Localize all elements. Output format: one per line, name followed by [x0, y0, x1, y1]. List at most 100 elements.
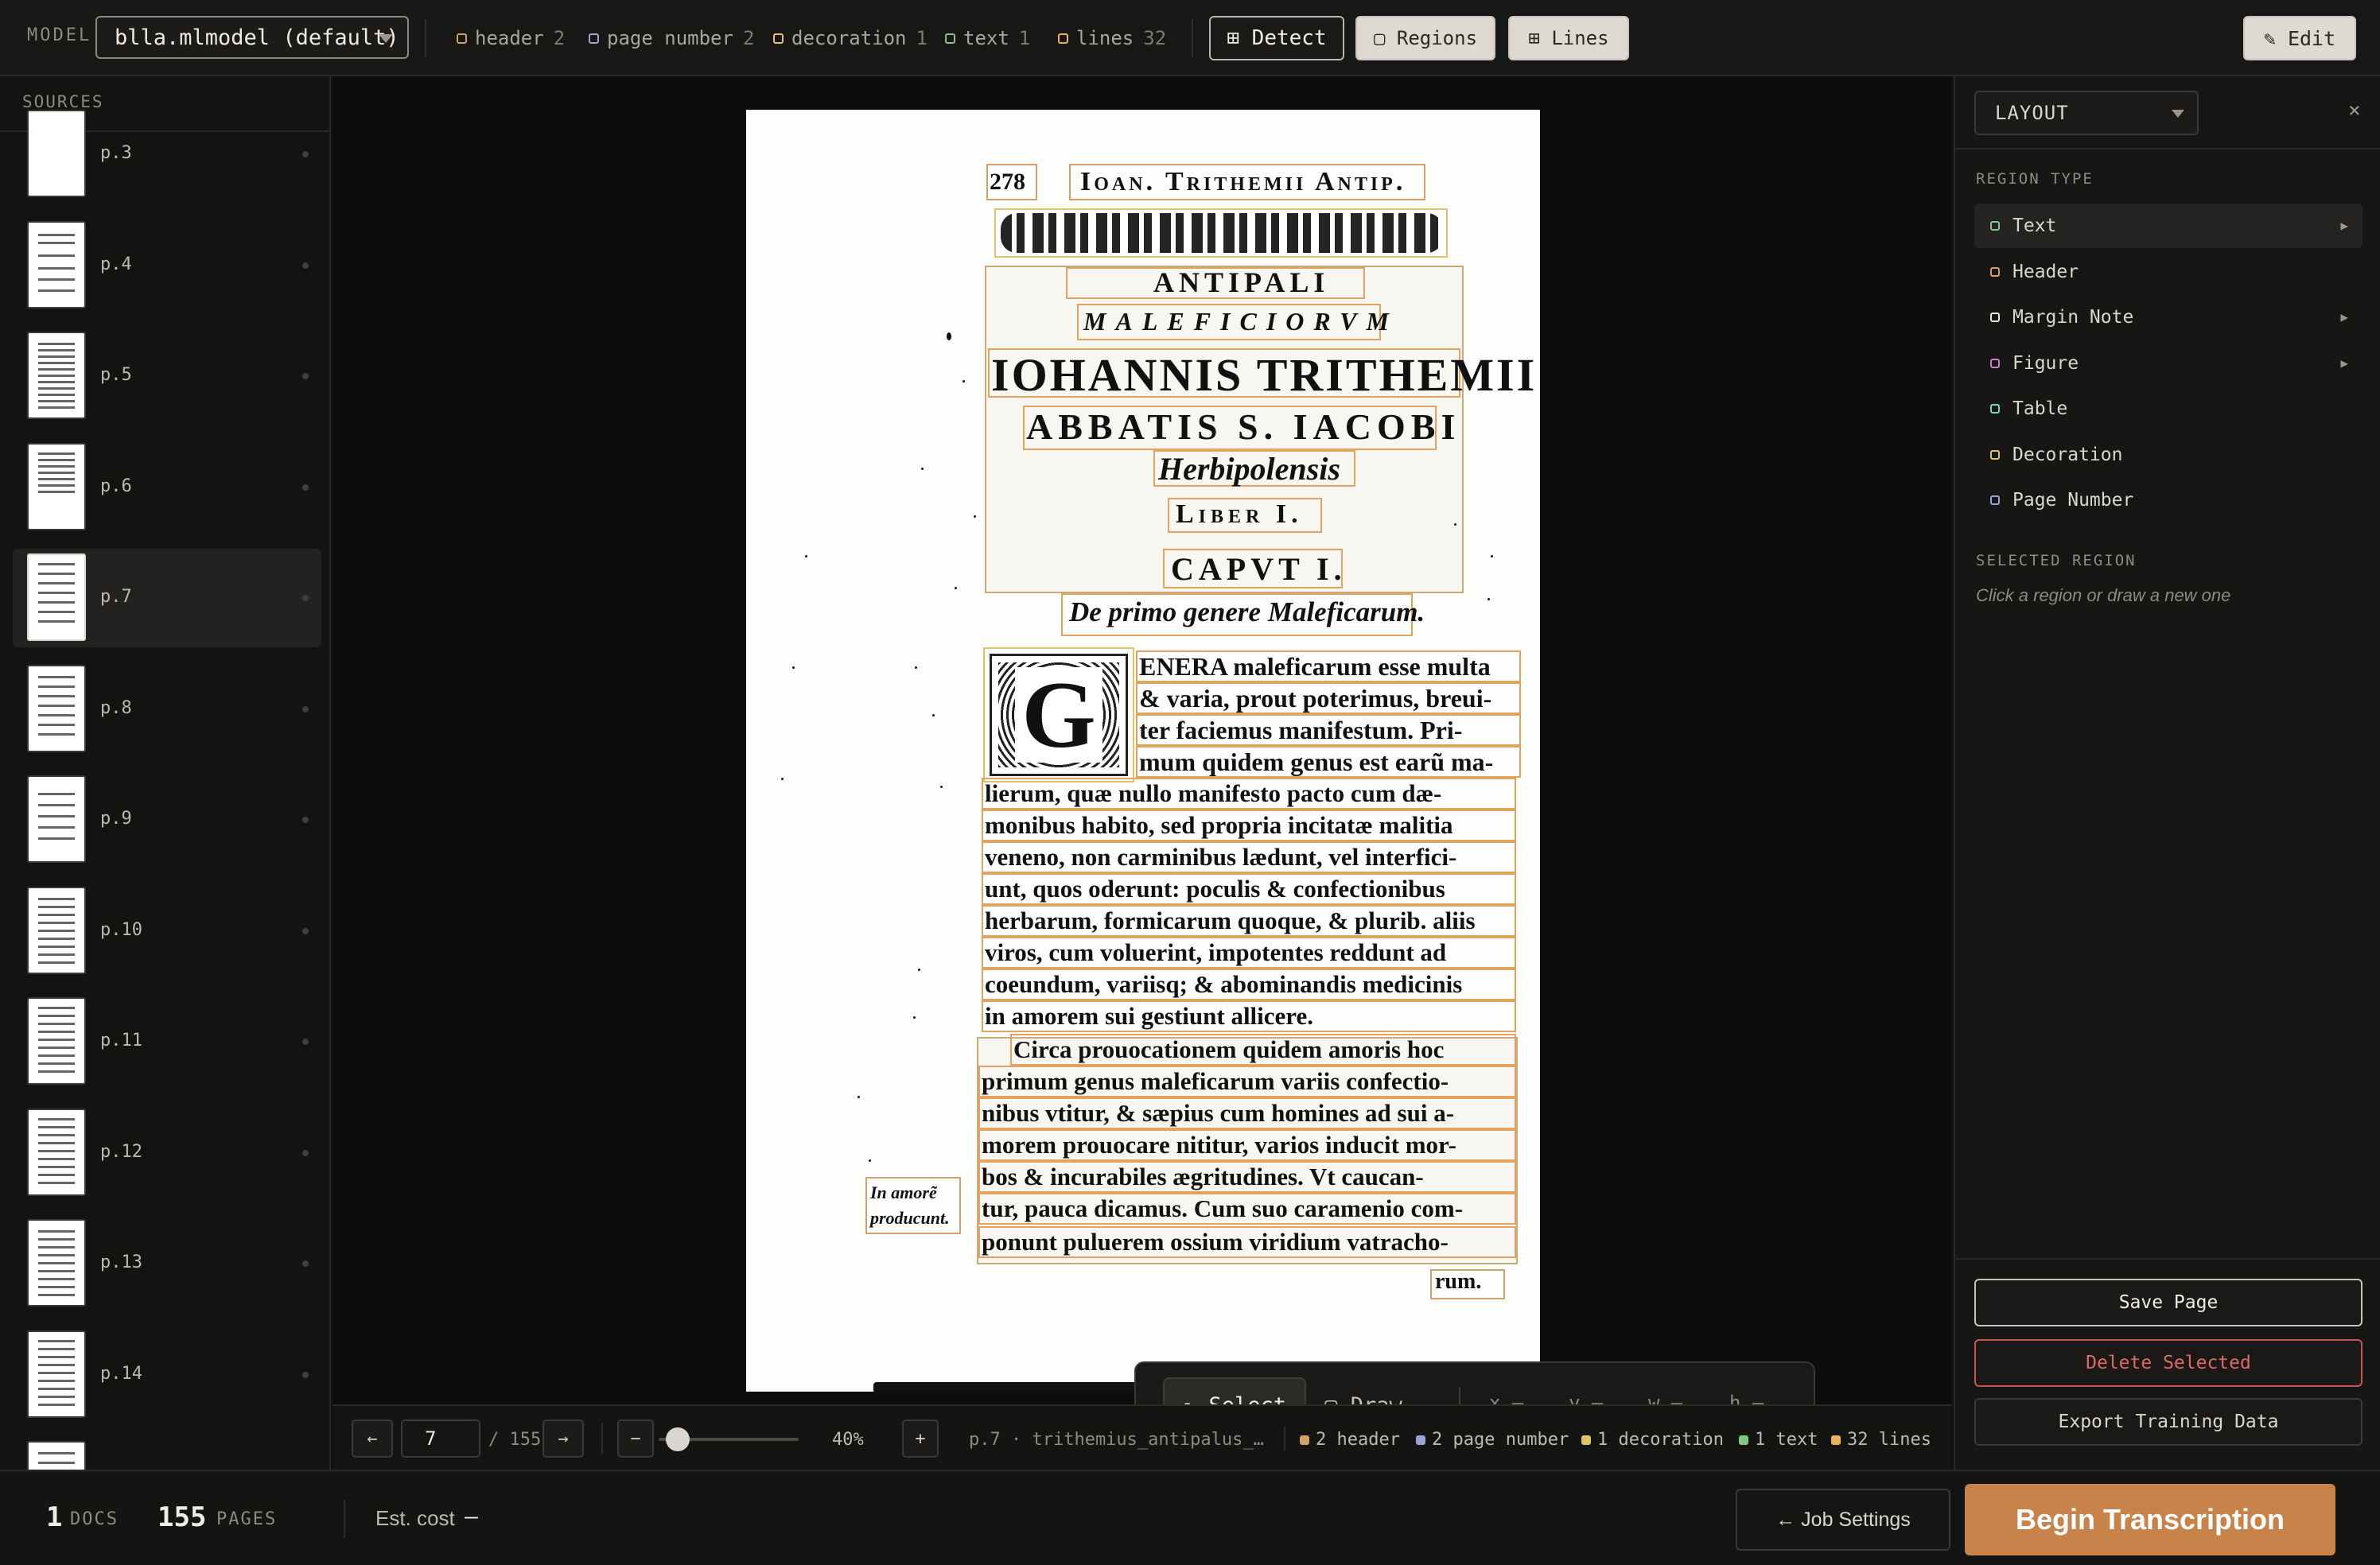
zoom-in-button[interactable]: + [902, 1419, 939, 1458]
zoom-slider-handle[interactable] [666, 1427, 690, 1451]
submenu-arrow-icon: ▶ [2340, 218, 2348, 233]
page-thumbnail [27, 332, 86, 419]
region-type-label: Margin Note [2012, 307, 2134, 328]
job-settings-button[interactable]: ← Job Settings [1736, 1489, 1950, 1551]
source-item-p9[interactable]: p.9 [13, 771, 321, 869]
chip-label: decoration [791, 27, 907, 49]
source-item-p14[interactable]: p.14 [13, 1326, 321, 1424]
page-number-input[interactable]: 7 [401, 1419, 480, 1458]
lines-toggle-button[interactable]: ⊞ Lines [1508, 16, 1629, 60]
submenu-arrow-icon: ▶ [2340, 309, 2348, 324]
close-icon[interactable]: × [2348, 99, 2361, 122]
region-type-label: Table [2012, 398, 2068, 419]
status-dot-icon [302, 1260, 309, 1267]
page-thumbnail [27, 442, 86, 530]
region-color-swatch-icon [1990, 266, 2000, 277]
source-item-p12[interactable]: p.12 [13, 1104, 321, 1202]
edit-button[interactable]: ✎ Edit [2243, 16, 2356, 60]
stat-header: 2 header [1300, 1430, 1400, 1450]
title-line: MALEFICIORVM [1083, 307, 1398, 336]
source-item-p11[interactable]: p.11 [13, 992, 321, 1091]
page-image[interactable]: G 278 Ioan. Trithemii Antip. ANTIPALI MA… [746, 110, 1540, 1392]
region-type-header[interactable]: Header [1974, 250, 2362, 294]
status-dot-icon [302, 373, 309, 379]
region-type-figure[interactable]: Figure ▶ [1974, 341, 2362, 386]
source-item-p10[interactable]: p.10 [13, 882, 321, 981]
source-item-p4[interactable]: p.4 [13, 216, 321, 315]
begin-transcription-button[interactable]: Begin Transcription [1965, 1484, 2335, 1555]
page-thumbnail [27, 775, 86, 863]
stat-label: 1 text [1755, 1430, 1818, 1450]
source-item-p6[interactable]: p.6 [13, 438, 321, 537]
stat-page-number: 2 page number [1416, 1430, 1569, 1450]
region-type-page-number[interactable]: Page Number [1974, 478, 2362, 522]
source-item-p15[interactable]: p.15 [13, 1436, 321, 1470]
decoration-swatch-icon [773, 33, 784, 44]
header-swatch-icon [1300, 1435, 1309, 1445]
page-thumbnail [27, 664, 86, 752]
text-line: coeundum, variisq; & abominandis medicin… [985, 970, 1463, 998]
chip-page-number[interactable]: page number 2 [589, 27, 754, 49]
top-toolbar: MODEL blla.mlmodel (default) header 2 pa… [0, 0, 2380, 76]
export-training-data-button[interactable]: Export Training Data [1974, 1398, 2362, 1446]
status-dot-icon [302, 483, 309, 491]
book-line: Liber I. [1176, 499, 1303, 529]
region-type-label: Decoration [2012, 444, 2123, 465]
text-line: monibus habito, sed propria incitatæ mal… [985, 811, 1453, 839]
toolbar-divider [425, 19, 426, 57]
chip-text[interactable]: text 1 [945, 27, 1030, 49]
chip-header[interactable]: header 2 [457, 27, 565, 49]
region-type-table[interactable]: Table [1974, 386, 2362, 431]
current-file-label: p.7 · trithemius_antipalus_maleficiorum.… [969, 1430, 1274, 1450]
page-thumbnail [27, 1441, 86, 1470]
chip-decoration[interactable]: decoration 1 [773, 27, 928, 49]
source-item-p7[interactable]: p.7 [13, 549, 321, 647]
model-select[interactable]: blla.mlmodel (default) [95, 16, 409, 59]
page-canvas[interactable]: G 278 Ioan. Trithemii Antip. ANTIPALI MA… [332, 76, 1952, 1447]
region-type-label: Text [2012, 216, 2057, 236]
region-color-swatch-icon [1990, 221, 2000, 231]
source-item-label: p.3 [100, 143, 132, 163]
zoom-level: 40% [832, 1430, 864, 1450]
region-type-title: REGION TYPE [1976, 170, 2094, 188]
page-thumbnail [27, 553, 86, 641]
text-line: ENERA maleficarum esse multa [1139, 652, 1491, 681]
text-line: bos & incurabiles ægritudines. Vt caucan… [982, 1163, 1424, 1190]
layout-mode-select[interactable]: LAYOUT [1974, 91, 2199, 135]
source-item-label: p.8 [100, 697, 132, 718]
header-swatch-icon [457, 33, 467, 44]
source-item-p13[interactable]: p.13 [13, 1214, 321, 1313]
text-swatch-icon [1739, 1435, 1748, 1445]
chip-label: text [963, 27, 1009, 49]
region-color-swatch-icon [1990, 404, 2000, 414]
source-item-label: p.14 [100, 1363, 142, 1384]
page-thumbnail [27, 220, 86, 309]
region-type-margin-note[interactable]: Margin Note ▶ [1974, 295, 2362, 340]
delete-selected-button[interactable]: Delete Selected [1974, 1339, 2362, 1387]
zoom-out-button[interactable]: − [617, 1419, 654, 1458]
title-line: ABBATIS S. IACOBI [1026, 406, 1461, 447]
detect-button[interactable]: ⊞ Detect [1209, 16, 1344, 60]
next-page-button[interactable]: → [542, 1419, 584, 1458]
page-number-swatch-icon [589, 33, 599, 44]
stat-lines: 32 lines [1831, 1430, 1931, 1450]
previous-page-button[interactable]: ← [352, 1419, 393, 1458]
stat-label: 1 decoration [1597, 1430, 1724, 1450]
region-type-label: Figure [2012, 352, 2079, 374]
region-type-text[interactable]: Text ▶ [1974, 204, 2362, 248]
page-thumbnail [27, 1108, 86, 1196]
lines-swatch-icon [1831, 1435, 1841, 1445]
source-item-p3[interactable]: p.3 [13, 105, 321, 204]
decoration-swatch-icon [1581, 1435, 1591, 1445]
regions-toggle-button[interactable]: ▢ Regions [1355, 16, 1495, 60]
drop-cap-image: G [990, 654, 1128, 776]
save-page-button[interactable]: Save Page [1974, 1279, 2362, 1326]
source-item-p8[interactable]: p.8 [13, 660, 321, 759]
chip-lines[interactable]: lines 32 [1058, 27, 1166, 49]
region-type-decoration[interactable]: Decoration [1974, 433, 2362, 477]
text-line: unt, quos oderunt: poculis & confectioni… [985, 875, 1445, 903]
title-line: Herbipolensis [1158, 451, 1340, 487]
region-type-label: Header [2012, 261, 2079, 282]
source-item-p5[interactable]: p.5 [13, 327, 321, 425]
source-item-label: p.12 [100, 1141, 142, 1162]
